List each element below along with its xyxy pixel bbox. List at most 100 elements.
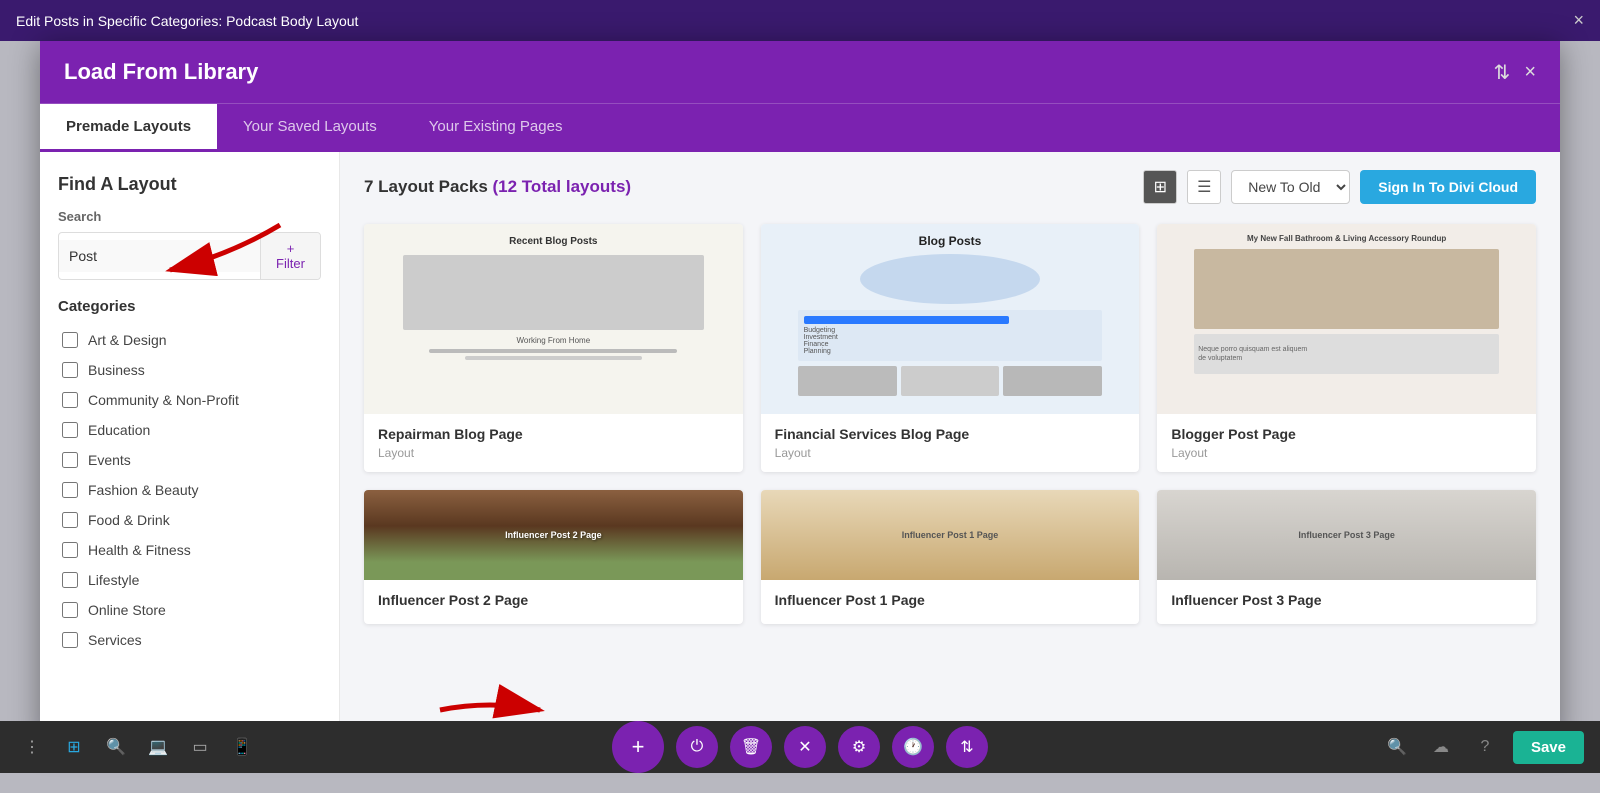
category-checkbox-lifestyle[interactable] — [62, 572, 78, 588]
list-view-button[interactable]: ☰ — [1187, 170, 1221, 204]
mobile-icon[interactable]: 📱 — [226, 731, 258, 763]
category-label-events: Events — [88, 452, 131, 468]
layout-type: Layout — [1171, 446, 1522, 460]
content-controls: ⊞ ☰ New To Old Old To New Sign In To Div… — [1143, 170, 1536, 204]
menu-icon[interactable]: ⋮ — [16, 731, 48, 763]
grid-view-button[interactable]: ⊞ — [1143, 170, 1177, 204]
toolbar-right: 🔍 ☁ ? Save — [1381, 731, 1584, 764]
category-checkbox-online-store[interactable] — [62, 602, 78, 618]
sort-icon[interactable]: ⇅ — [1494, 60, 1511, 85]
category-item[interactable]: Events — [58, 445, 321, 475]
tabs-bar: Premade Layouts Your Saved Layouts Your … — [40, 103, 1560, 152]
delete-button[interactable]: 🗑 — [730, 726, 772, 768]
cloud-icon[interactable]: ☁ — [1425, 731, 1457, 763]
category-label-health: Health & Fitness — [88, 542, 191, 558]
pack-count: 7 Layout Packs — [364, 177, 488, 196]
category-item[interactable]: Online Store — [58, 595, 321, 625]
category-label-online-store: Online Store — [88, 602, 166, 618]
layout-card[interactable]: Blog Posts Budgeting Investment Finance … — [761, 224, 1140, 472]
layout-count: 7 Layout Packs (12 Total layouts) — [364, 177, 631, 197]
category-checkbox-community[interactable] — [62, 392, 78, 408]
category-item[interactable]: Services — [58, 625, 321, 655]
category-checkbox-fashion[interactable] — [62, 482, 78, 498]
layout-name: Blogger Post Page — [1171, 426, 1522, 442]
category-checkbox-services[interactable] — [62, 632, 78, 648]
category-item[interactable]: Health & Fitness — [58, 535, 321, 565]
category-item[interactable]: Lifestyle — [58, 565, 321, 595]
layout-card-thumb: Blog Posts Budgeting Investment Finance … — [761, 224, 1140, 414]
layout-card-thumb: My New Fall Bathroom & Living Accessory … — [1157, 224, 1536, 414]
layout-card[interactable]: Influencer Post 2 Page Influencer Post 2… — [364, 490, 743, 624]
bottom-toolbar: ⋮ ⊞ 🔍 💻 ▭ 📱 + ⏻ 🗑 ✕ ⚙ 🕐 ⇅ 🔍 ☁ ? Save — [0, 721, 1600, 773]
category-label-business: Business — [88, 362, 145, 378]
layout-card-info: Influencer Post 2 Page — [364, 580, 743, 624]
toolbar-left: ⋮ ⊞ 🔍 💻 ▭ 📱 — [16, 731, 258, 763]
layout-card[interactable]: Recent Blog Posts Working From Home Repa… — [364, 224, 743, 472]
modal-body: Find A Layout Search + Filter Categories… — [40, 152, 1560, 741]
layout-name: Influencer Post 3 Page — [1171, 592, 1522, 608]
layout-card[interactable]: Influencer Post 3 Page Influencer Post 3… — [1157, 490, 1536, 624]
tab-premade-layouts[interactable]: Premade Layouts — [40, 104, 217, 152]
tab-existing-pages[interactable]: Your Existing Pages — [403, 104, 589, 152]
category-label-education: Education — [88, 422, 150, 438]
grid-icon[interactable]: ⊞ — [58, 731, 90, 763]
window-close-button[interactable]: × — [1573, 10, 1584, 31]
category-checkbox-food[interactable] — [62, 512, 78, 528]
layout-card[interactable]: My New Fall Bathroom & Living Accessory … — [1157, 224, 1536, 472]
category-item[interactable]: Community & Non-Profit — [58, 385, 321, 415]
category-checkbox-events[interactable] — [62, 452, 78, 468]
find-layout-title: Find A Layout — [58, 174, 321, 195]
category-item[interactable]: Business — [58, 355, 321, 385]
tab-saved-layouts[interactable]: Your Saved Layouts — [217, 104, 403, 152]
toolbar-center: + ⏻ 🗑 ✕ ⚙ 🕐 ⇅ — [612, 721, 988, 773]
categories-title: Categories — [58, 298, 321, 315]
sort-select[interactable]: New To Old Old To New — [1231, 170, 1350, 204]
category-label-lifestyle: Lifestyle — [88, 572, 139, 588]
sign-in-button[interactable]: Sign In To Divi Cloud — [1360, 170, 1536, 204]
layouts-grid: Recent Blog Posts Working From Home Repa… — [364, 224, 1536, 624]
search-input[interactable] — [59, 240, 260, 272]
layout-name: Repairman Blog Page — [378, 426, 729, 442]
search-right-icon[interactable]: 🔍 — [1381, 731, 1413, 763]
category-item[interactable]: Fashion & Beauty — [58, 475, 321, 505]
content-header: 7 Layout Packs (12 Total layouts) ⊞ ☰ Ne… — [364, 170, 1536, 204]
add-button[interactable]: + — [612, 721, 664, 773]
tablet-icon[interactable]: ▭ — [184, 731, 216, 763]
category-label-fashion: Fashion & Beauty — [88, 482, 199, 498]
category-checkbox-business[interactable] — [62, 362, 78, 378]
desktop-icon[interactable]: 💻 — [142, 731, 174, 763]
category-checkbox-health[interactable] — [62, 542, 78, 558]
layout-type: Layout — [775, 446, 1126, 460]
category-label-food: Food & Drink — [88, 512, 170, 528]
modal-header: Load From Library ⇅ × — [40, 41, 1560, 103]
help-icon[interactable]: ? — [1469, 731, 1501, 763]
filter-button[interactable]: + Filter — [260, 233, 320, 279]
category-label-services: Services — [88, 632, 142, 648]
category-item[interactable]: Food & Drink — [58, 505, 321, 535]
sidebar: Find A Layout Search + Filter Categories… — [40, 152, 340, 741]
layout-type: Layout — [378, 446, 729, 460]
layout-name: Influencer Post 2 Page — [378, 592, 729, 608]
modal: Load From Library ⇅ × Premade Layouts Yo… — [40, 41, 1560, 741]
save-button[interactable]: Save — [1513, 731, 1584, 764]
modal-header-icons: ⇅ × — [1494, 60, 1536, 85]
category-item[interactable]: Art & Design — [58, 325, 321, 355]
category-checkbox-education[interactable] — [62, 422, 78, 438]
search-toolbar-icon[interactable]: 🔍 — [100, 731, 132, 763]
history-button[interactable]: 🕐 — [892, 726, 934, 768]
window-title: Edit Posts in Specific Categories: Podca… — [16, 13, 358, 29]
category-label-art: Art & Design — [88, 332, 167, 348]
search-row: + Filter — [58, 232, 321, 280]
layout-card[interactable]: Influencer Post 1 Page Influencer Post 1… — [761, 490, 1140, 624]
close-button[interactable]: ✕ — [784, 726, 826, 768]
sort-button[interactable]: ⇅ — [946, 726, 988, 768]
settings-button[interactable]: ⚙ — [838, 726, 880, 768]
category-item[interactable]: Education — [58, 415, 321, 445]
category-checkbox-art[interactable] — [62, 332, 78, 348]
power-button[interactable]: ⏻ — [676, 726, 718, 768]
modal-title: Load From Library — [64, 59, 258, 85]
layout-card-info: Repairman Blog Page Layout — [364, 414, 743, 472]
layout-card-thumb: Influencer Post 3 Page — [1157, 490, 1536, 580]
layout-card-info: Financial Services Blog Page Layout — [761, 414, 1140, 472]
modal-close-icon[interactable]: × — [1524, 61, 1536, 84]
